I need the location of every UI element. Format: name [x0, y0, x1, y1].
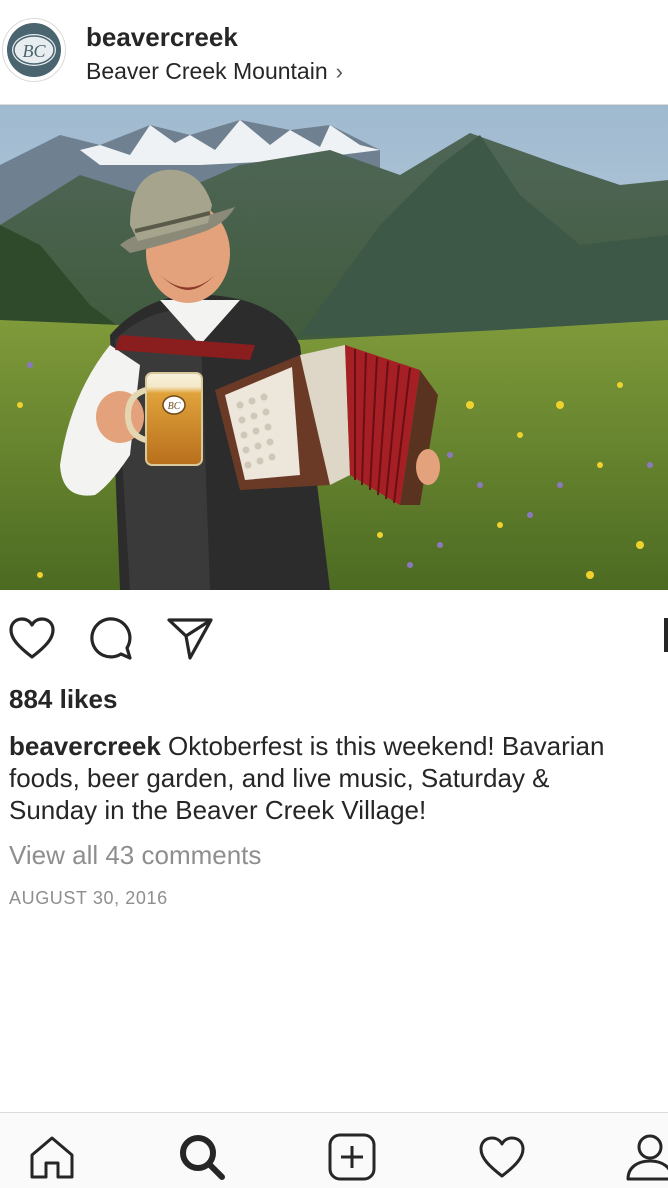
- avatar[interactable]: BC: [2, 18, 66, 82]
- tab-activity[interactable]: [476, 1131, 528, 1183]
- post-header: BC beavercreek Beaver Creek Mountain ›: [0, 0, 668, 104]
- share-button[interactable]: [166, 614, 214, 662]
- tab-home[interactable]: [26, 1131, 78, 1183]
- like-button[interactable]: [8, 614, 56, 662]
- comment-button[interactable]: [86, 614, 134, 662]
- avatar-logo-text: BC: [22, 41, 46, 61]
- activity-icon: [479, 1136, 525, 1178]
- post-location-label: Beaver Creek Mountain: [86, 58, 328, 84]
- post-username[interactable]: beavercreek: [86, 22, 238, 53]
- post-photo[interactable]: BC: [0, 105, 668, 590]
- view-comments-link[interactable]: View all 43 comments: [9, 840, 261, 871]
- home-icon: [30, 1136, 74, 1179]
- beavercreek-logo-icon: BC: [7, 23, 61, 77]
- chevron-right-icon: ›: [335, 58, 343, 84]
- tab-profile[interactable]: [616, 1131, 668, 1183]
- like-count[interactable]: 884 likes: [9, 684, 117, 715]
- post-location[interactable]: Beaver Creek Mountain ›: [86, 58, 343, 85]
- oktoberfest-accordion-photo: BC: [0, 105, 668, 590]
- comment-icon: [90, 617, 132, 660]
- post-date: AUGUST 30, 2016: [9, 888, 168, 908]
- add-icon: [328, 1133, 376, 1181]
- mug-logo-text: BC: [168, 401, 181, 412]
- post-actions: [0, 590, 668, 680]
- share-icon: [167, 618, 213, 660]
- post-caption: beavercreek Oktoberfest is this weekend!…: [9, 730, 668, 826]
- heart-icon: [9, 617, 55, 659]
- tab-search[interactable]: [176, 1131, 228, 1183]
- bottom-tab-bar: [0, 1112, 668, 1188]
- caption-username[interactable]: beavercreek: [9, 731, 161, 761]
- bookmark-icon[interactable]: [664, 618, 668, 652]
- search-icon: [180, 1135, 225, 1180]
- tab-new-post[interactable]: [326, 1131, 378, 1183]
- profile-icon: [626, 1134, 668, 1181]
